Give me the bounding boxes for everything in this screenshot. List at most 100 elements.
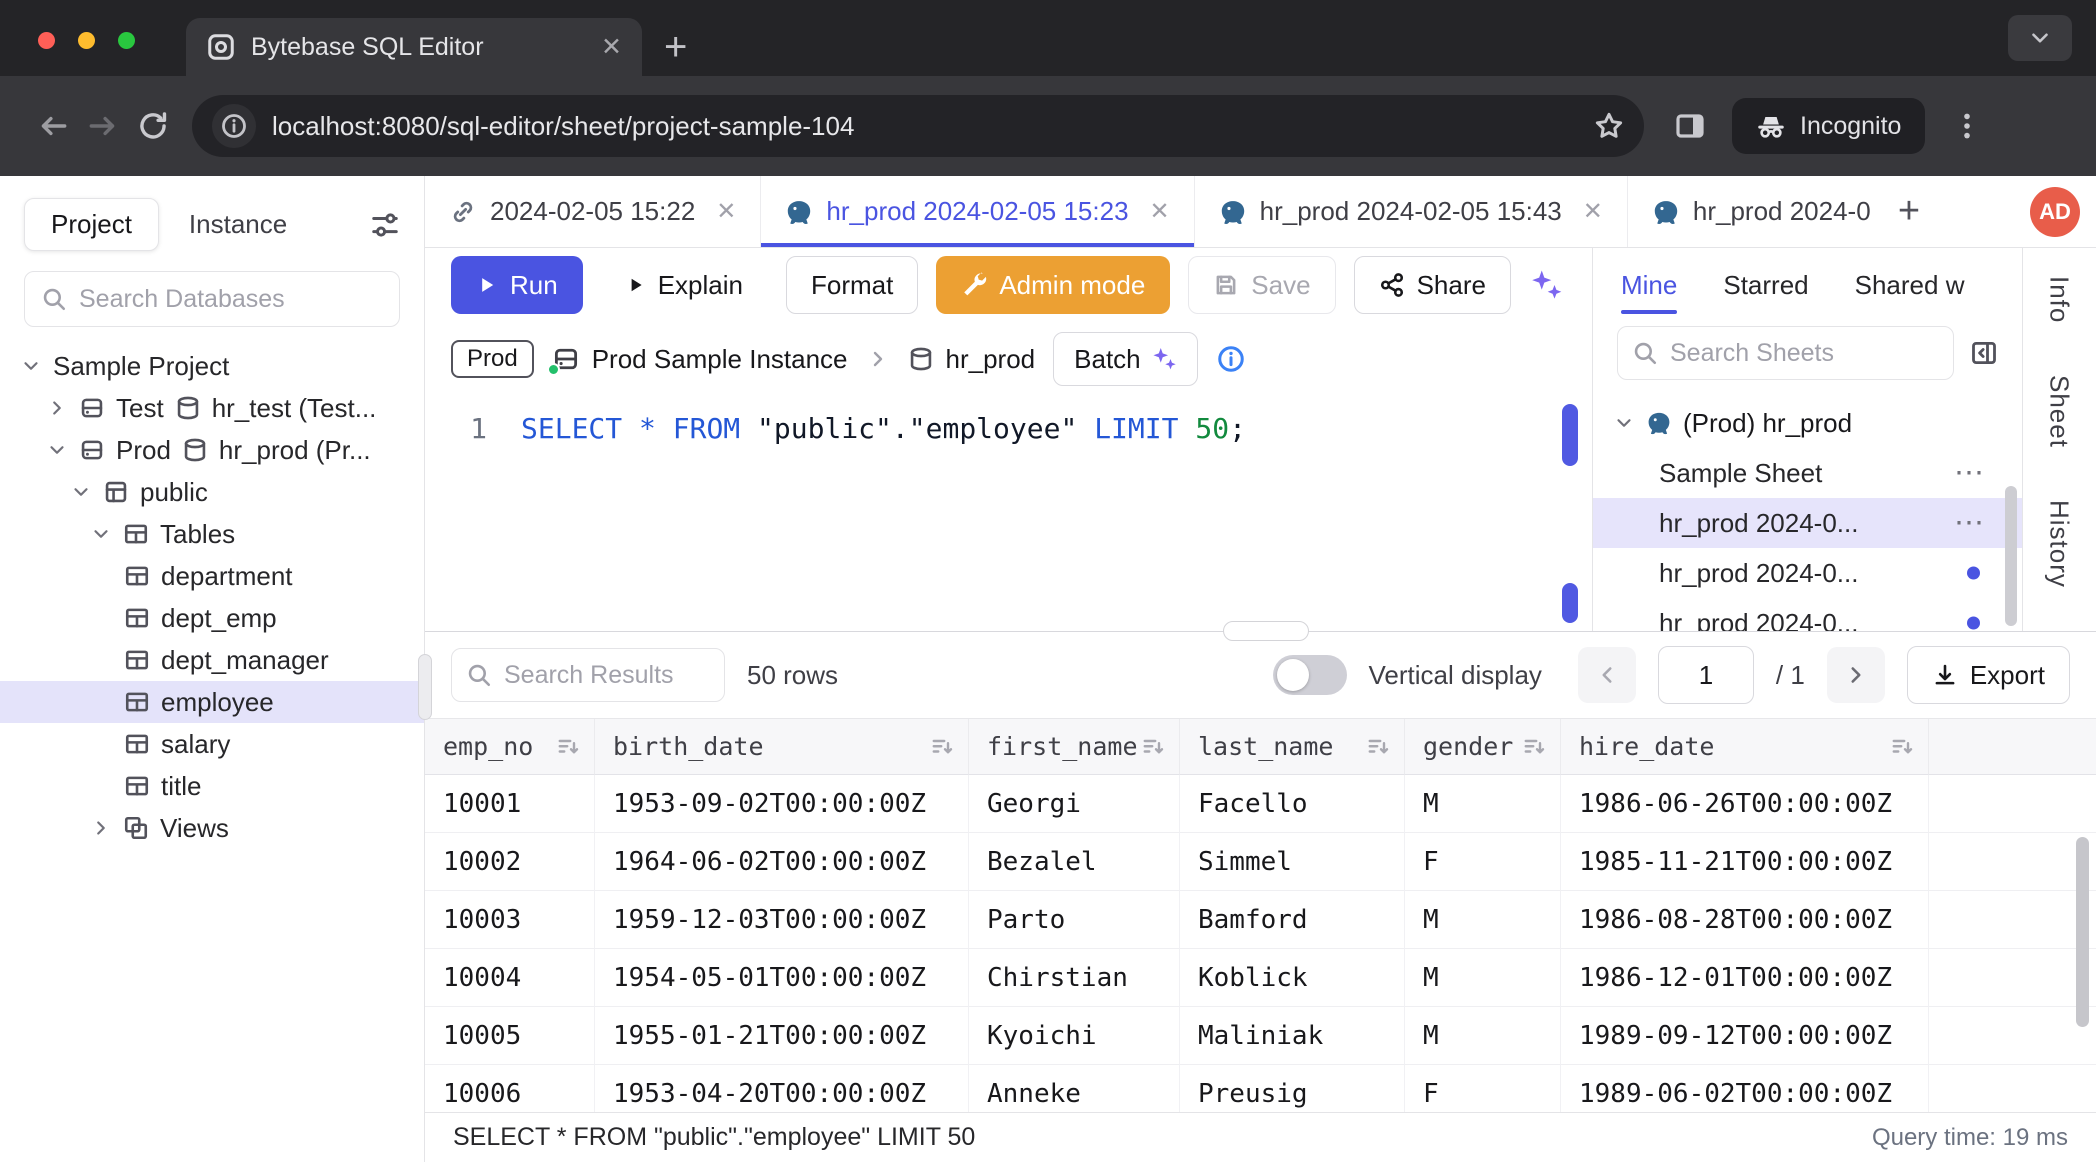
chevron-right-icon[interactable]	[90, 817, 112, 839]
explain-button[interactable]: Explain	[601, 256, 768, 314]
format-button[interactable]: Format	[786, 256, 918, 314]
sheets-group[interactable]: (Prod) hr_prod	[1593, 398, 2022, 448]
table-cell[interactable]: Preusig	[1180, 1065, 1405, 1112]
tab-info[interactable]: Info	[2044, 276, 2075, 323]
sheet-item[interactable]: hr_prod 2024-0...	[1593, 598, 2022, 631]
sort-icon[interactable]	[1366, 735, 1390, 759]
table-cell[interactable]: 10003	[425, 891, 595, 949]
table-cell[interactable]: Koblick	[1180, 949, 1405, 1007]
table-cell[interactable]: 1986-12-01T00:00:00Z	[1561, 949, 1929, 1007]
table-row[interactable]: 10005 1955-01-21T00:00:00Z Kyoichi Malin…	[425, 1007, 2096, 1065]
chevron-down-icon[interactable]	[20, 355, 42, 377]
address-bar[interactable]: localhost:8080/sql-editor/sheet/project-…	[192, 95, 1644, 157]
table-cell[interactable]: 1989-09-12T00:00:00Z	[1561, 1007, 1929, 1065]
table-cell[interactable]: 1955-01-21T00:00:00Z	[595, 1007, 969, 1065]
next-page-button[interactable]	[1827, 647, 1885, 703]
tree-item-table-title[interactable]: title	[0, 765, 424, 807]
table-cell[interactable]: Georgi	[969, 775, 1180, 833]
table-cell[interactable]: F	[1405, 833, 1561, 891]
table-cell[interactable]: M	[1405, 1007, 1561, 1065]
chevron-down-icon[interactable]	[46, 439, 68, 461]
back-button[interactable]	[28, 101, 78, 151]
column-header-first-name[interactable]: first_name	[969, 719, 1180, 775]
sheets-search-input[interactable]	[1670, 339, 1939, 368]
url-text[interactable]: localhost:8080/sql-editor/sheet/project-…	[272, 111, 1578, 142]
table-cell[interactable]: 1953-09-02T00:00:00Z	[595, 775, 969, 833]
table-cell[interactable]: Simmel	[1180, 833, 1405, 891]
more-icon[interactable]: ⋯	[1954, 456, 1986, 491]
table-cell[interactable]: 10001	[425, 775, 595, 833]
table-row[interactable]: 10002 1964-06-02T00:00:00Z Bezalel Simme…	[425, 833, 2096, 891]
bookmark-star-icon[interactable]	[1594, 111, 1624, 141]
table-cell[interactable]: Bezalel	[969, 833, 1180, 891]
tab-mine[interactable]: Mine	[1621, 248, 1677, 322]
chevron-right-icon[interactable]	[46, 397, 68, 419]
tab-instance[interactable]: Instance	[189, 209, 287, 240]
editor-tab-3[interactable]: hr_prod 2024-02-05 15:43 ✕	[1195, 176, 1628, 247]
table-cell[interactable]: 1959-12-03T00:00:00Z	[595, 891, 969, 949]
tree-item-prod[interactable]: Prod hr_prod (Pr...	[0, 429, 424, 471]
table-cell[interactable]: 10004	[425, 949, 595, 1007]
tab-history[interactable]: History	[2044, 500, 2075, 588]
tree-item-table-department[interactable]: department	[0, 555, 424, 597]
table-cell[interactable]: Facello	[1180, 775, 1405, 833]
table-cell[interactable]: 1953-04-20T00:00:00Z	[595, 1065, 969, 1112]
run-button[interactable]: Run	[451, 256, 583, 314]
sheet-item[interactable]: Sample Sheet ⋯	[1593, 448, 2022, 498]
table-row[interactable]: 10001 1953-09-02T00:00:00Z Georgi Facell…	[425, 775, 2096, 833]
tree-item-schema-public[interactable]: public	[0, 471, 424, 513]
table-cell[interactable]: Parto	[969, 891, 1180, 949]
share-button[interactable]: Share	[1354, 256, 1511, 314]
table-cell[interactable]: 10002	[425, 833, 595, 891]
tree-item-table-employee[interactable]: employee	[0, 681, 424, 723]
tab-starred[interactable]: Starred	[1723, 248, 1808, 322]
table-cell[interactable]: 1985-11-21T00:00:00Z	[1561, 833, 1929, 891]
site-info-icon[interactable]	[212, 104, 256, 148]
table-cell[interactable]: Kyoichi	[969, 1007, 1180, 1065]
table-cell[interactable]: F	[1405, 1065, 1561, 1112]
sort-icon[interactable]	[1890, 735, 1914, 759]
table-cell[interactable]: Maliniak	[1180, 1007, 1405, 1065]
close-icon[interactable]: ✕	[716, 197, 736, 226]
info-icon[interactable]	[1216, 344, 1246, 374]
editor-tab-1[interactable]: 2024-02-05 15:22 ✕	[425, 176, 761, 247]
results-search-input[interactable]	[504, 661, 710, 690]
results-search[interactable]	[451, 648, 725, 702]
tree-item-table-salary[interactable]: salary	[0, 723, 424, 765]
tree-item-table-dept-manager[interactable]: dept_manager	[0, 639, 424, 681]
sheets-search[interactable]	[1617, 326, 1954, 380]
sort-icon[interactable]	[1522, 735, 1546, 759]
chevron-down-icon[interactable]	[90, 523, 112, 545]
browser-tab[interactable]: Bytebase SQL Editor ✕	[186, 18, 642, 76]
vertical-display-toggle[interactable]	[1273, 655, 1347, 695]
database-search-input[interactable]	[79, 285, 383, 314]
table-cell[interactable]: M	[1405, 775, 1561, 833]
table-cell[interactable]: Anneke	[969, 1065, 1180, 1112]
table-cell[interactable]: 10006	[425, 1065, 595, 1112]
tree-item-table-dept-emp[interactable]: dept_emp	[0, 597, 424, 639]
table-row[interactable]: 10006 1953-04-20T00:00:00Z Anneke Preusi…	[425, 1065, 2096, 1112]
forward-button[interactable]	[78, 101, 128, 151]
sort-icon[interactable]	[930, 735, 954, 759]
table-cell[interactable]: 10005	[425, 1007, 595, 1065]
new-tab-button[interactable]: +	[642, 18, 709, 76]
save-button[interactable]: Save	[1188, 256, 1335, 314]
scrollbar-thumb[interactable]	[2076, 837, 2089, 1027]
table-cell[interactable]: 1989-06-02T00:00:00Z	[1561, 1065, 1929, 1112]
table-cell[interactable]: M	[1405, 949, 1561, 1007]
table-cell[interactable]: M	[1405, 891, 1561, 949]
side-panel-icon[interactable]	[1674, 110, 1706, 142]
close-icon[interactable]: ✕	[1150, 197, 1170, 226]
window-minimize-button[interactable]	[78, 32, 95, 49]
tree-item-project[interactable]: Sample Project	[0, 345, 424, 387]
table-cell[interactable]: Chirstian	[969, 949, 1180, 1007]
table-cell[interactable]: 1954-05-01T00:00:00Z	[595, 949, 969, 1007]
tab-sheet[interactable]: Sheet	[2044, 375, 2075, 448]
tab-shared[interactable]: Shared w	[1855, 248, 1965, 322]
window-zoom-button[interactable]	[118, 32, 135, 49]
table-row[interactable]: 10004 1954-05-01T00:00:00Z Chirstian Kob…	[425, 949, 2096, 1007]
database-search[interactable]	[24, 271, 400, 327]
instance-breadcrumb[interactable]: Prod Sample Instance	[552, 344, 848, 375]
table-row[interactable]: 10003 1959-12-03T00:00:00Z Parto Bamford…	[425, 891, 2096, 949]
editor-tab-2-active[interactable]: hr_prod 2024-02-05 15:23 ✕	[761, 176, 1194, 247]
